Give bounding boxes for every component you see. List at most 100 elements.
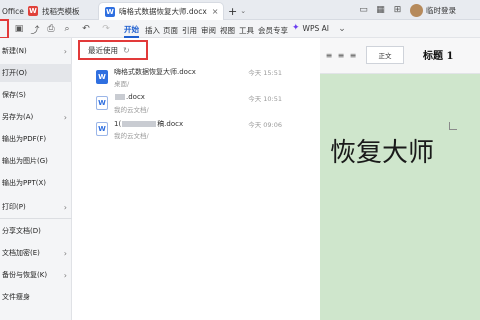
recent-used-header[interactable]: 最近使用 ↻ [78,40,148,60]
menu-review[interactable]: 审阅 [201,23,216,37]
sidebar-item-label: 输出为图片(G) [2,157,48,165]
style-normal-button[interactable]: 正文 [366,46,404,64]
sidebar-item-label: 文件瘦身 [2,293,30,301]
tab-office-label: Office [2,6,24,16]
file-name-tail: 稿.docx [157,120,184,128]
style-ribbon: ≡ ≡ ≡ 正文 标题 1 [320,38,480,74]
menu-home[interactable]: 开始 [124,23,139,38]
sidebar-item-slim[interactable]: 文件瘦身 [0,288,72,306]
add-tab-button[interactable]: + ⌄ [228,2,246,20]
redo-icon[interactable]: ↷ [100,23,112,35]
menu-insert[interactable]: 插入 [145,23,160,37]
margin-corner [449,122,457,130]
title-bar-right: ▭ ▦ ⊞ 临时登录 [353,0,480,20]
sidebar-divider [0,218,72,219]
sidebar-item-export-pdf[interactable]: 输出为PDF(F) [0,130,72,148]
align-left-icon[interactable]: ≡ [324,50,334,60]
sidebar-item-print[interactable]: 打印(P) › [0,198,72,216]
file-time: 今天 10:51 [248,95,282,103]
sidebar-item-label: 输出为PPT(X) [2,179,46,187]
menu-page[interactable]: 页面 [163,23,178,37]
chevron-right-icon: › [63,270,67,280]
close-icon[interactable]: × [212,7,219,16]
style-normal-label: 正文 [378,52,392,60]
sidebar-item-new[interactable]: 新建(N) › [0,42,72,60]
preview-icon[interactable]: ⌕ [61,23,73,35]
toolbar: ▣ ⤴ ⎙ ⌕ ↶ ↷ 开始 插入 页面 引用 审阅 视图 工具 会员专享 ✦ … [0,20,480,38]
file-name: 嗨格式数据恢复大师.docx [114,68,196,76]
sidebar-item-label: 文档加密(E) [2,249,40,257]
chevron-right-icon: › [63,112,67,122]
menu-member[interactable]: 会员专享 [258,23,288,37]
chevron-right-icon: › [63,248,67,258]
word-file-icon: W [96,70,108,84]
grid-icon[interactable]: ▦ [374,4,387,17]
wps-icon: W [28,6,38,16]
window-icon[interactable]: ▭ [357,4,370,17]
file-menu-sidebar: 新建(N) › 打开(O) 保存(S) 另存为(A) › 输出为PDF(F) 输… [0,38,72,320]
align-center-icon[interactable]: ≡ [336,50,346,60]
sidebar-item-backup[interactable]: 备份与恢复(K) › [0,266,72,284]
sidebar-item-label: 保存(S) [2,91,26,99]
file-path: 我的云文档/ [114,106,149,114]
export-icon[interactable]: ⤴ [29,23,41,36]
wps-ai-button[interactable]: ✦ WPS AI [292,23,329,33]
document-canvas[interactable] [320,74,480,320]
menu-tools[interactable]: 工具 [239,23,254,37]
file-time: 今天 09:06 [248,121,282,129]
tab-template-label: 找稻壳模板 [42,6,80,16]
recent-file-item[interactable]: W .docx 我的云文档/ 今天 10:51 [92,92,282,116]
save-icon[interactable]: ▣ [13,23,25,35]
avatar[interactable] [410,3,423,17]
sidebar-item-save[interactable]: 保存(S) [0,86,72,104]
word-icon: W [105,6,115,17]
recent-file-item[interactable]: W 嗨格式数据恢复大师.docx 桌面/ 今天 15:51 [92,66,282,90]
login-label[interactable]: 临时登录 [426,5,456,16]
chevron-down-icon: ⌄ [240,7,247,15]
recent-files-panel: 最近使用 ↻ W 嗨格式数据恢复大师.docx 桌面/ 今天 15:51 W .… [72,38,320,320]
apps-icon[interactable]: ⊞ [391,4,404,17]
sidebar-item-label: 分享文档(D) [2,227,41,235]
align-right-icon[interactable]: ≡ [348,50,358,60]
sidebar-item-share[interactable]: 分享文档(D) [0,222,72,240]
sidebar-item-encrypt[interactable]: 文档加密(E) › [0,244,72,262]
chevron-right-icon: › [63,202,67,212]
tab-template[interactable]: W 找稻壳模板 [28,2,80,20]
file-name-row: .docx [114,93,145,101]
menu-reference[interactable]: 引用 [182,23,197,37]
tab-document-label: 嗨格式数据恢复大师.docx [119,7,207,16]
menu-view[interactable]: 视图 [220,23,235,37]
refresh-icon[interactable]: ↻ [123,46,130,55]
tab-document[interactable]: W 嗨格式数据恢复大师.docx × [98,2,224,20]
sidebar-item-export-image[interactable]: 输出为图片(G) [0,152,72,170]
style-heading1-button[interactable]: 标题 1 [423,47,453,62]
redacted-text [115,94,125,100]
recent-used-label: 最近使用 [88,45,118,55]
file-time: 今天 15:51 [248,69,282,77]
file-name: .docx [126,93,145,101]
document-text[interactable]: 恢复大师 [330,132,434,169]
highlight-marker [0,19,9,39]
sidebar-item-save-as[interactable]: 另存为(A) › [0,108,72,126]
file-name-row: 1( 稿.docx [114,119,183,129]
print-icon[interactable]: ⎙ [45,23,57,35]
sidebar-item-label: 输出为PDF(F) [2,135,47,143]
file-name: 1( [114,120,122,128]
recent-file-item[interactable]: W 1( 稿.docx 我的云文档/ 今天 09:06 [92,118,282,142]
add-tab-label: + [228,4,238,18]
chevron-down-icon[interactable]: ⌄ [336,23,348,35]
sidebar-item-label: 新建(N) [2,47,27,55]
tab-office[interactable]: Office [2,2,24,20]
sidebar-item-label: 另存为(A) [2,113,34,121]
wps-ai-label: WPS AI [302,23,329,33]
cloud-doc-icon: W [96,96,108,110]
title-tab-bar: Office W 找稻壳模板 W 嗨格式数据恢复大师.docx × + ⌄ ▭ … [0,0,480,20]
cloud-doc-icon: W [96,122,108,136]
sidebar-item-label: 打印(P) [2,203,26,211]
undo-icon[interactable]: ↶ [80,23,92,35]
redacted-text [122,121,157,127]
sidebar-item-label: 备份与恢复(K) [2,271,48,279]
sidebar-item-export-ppt[interactable]: 输出为PPT(X) [0,174,72,192]
file-path: 我的云文档/ [114,132,149,140]
sidebar-item-open[interactable]: 打开(O) [0,64,72,82]
